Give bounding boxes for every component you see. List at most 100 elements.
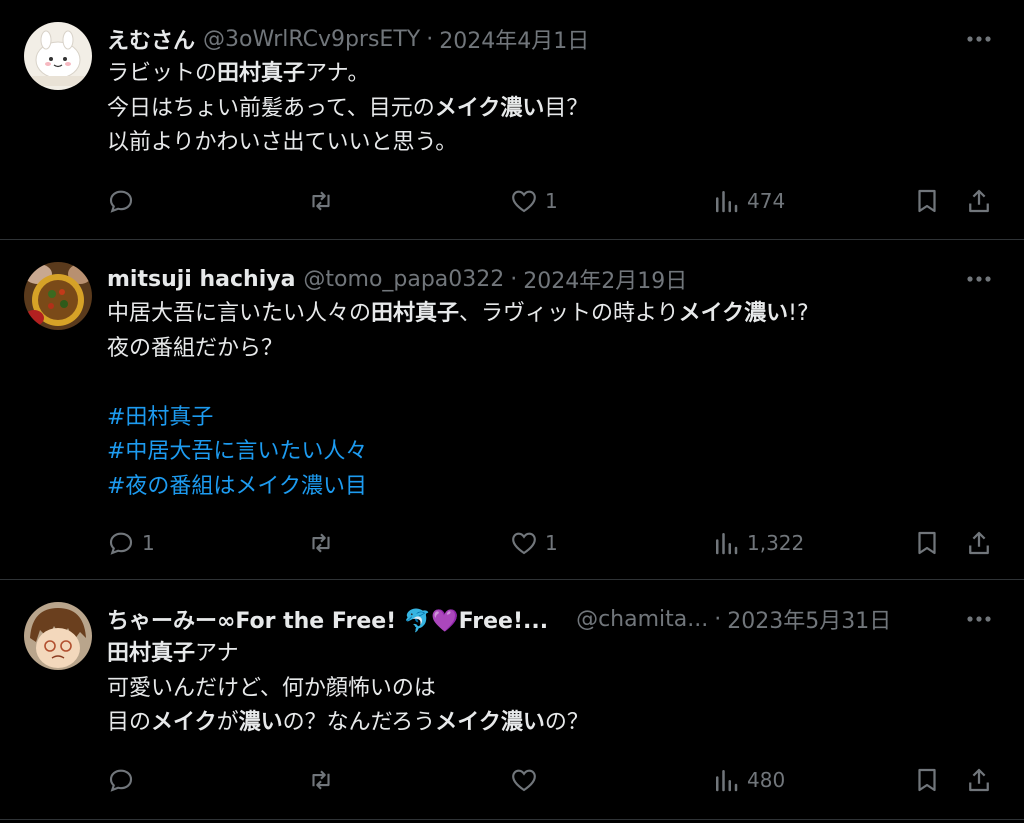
user-handle[interactable]: @3oWrlRCv9prsETY: [203, 27, 420, 52]
tweet-date[interactable]: 2023年5月31日: [727, 603, 891, 635]
retweet-icon: [312, 533, 330, 553]
text-segment: ラビットの: [107, 61, 218, 86]
bookmark-button[interactable]: [912, 183, 942, 219]
tweet-date[interactable]: 2024年2月19日: [523, 263, 687, 295]
tweet[interactable]: mitsuji hachiya @tomo_papa0322 · 2024年2月…: [0, 240, 1024, 580]
tweet-feed: えむさん @3oWrlRCv9prsETY · 2024年4月1日 ラビットの田…: [0, 0, 1024, 823]
views-button[interactable]: 1,322: [711, 525, 804, 561]
separator-dot: ·: [510, 266, 518, 292]
retweet-icon: [312, 770, 330, 790]
text-segment: 中居大吾に言いたい人々の: [107, 301, 372, 326]
tweet-text: 田村真子アナ 可愛いんだけど、何か顔怖いのは 目のメイクが濃いの？なんだろうメイ…: [107, 637, 994, 741]
bold-text: 田村真子: [107, 641, 196, 666]
share-button[interactable]: [964, 525, 994, 561]
text-line: ラビットの田村真子アナ。: [107, 57, 994, 92]
analytics-icon: [716, 533, 738, 555]
avatar-image: [24, 602, 92, 670]
text-segment: アナ。: [305, 61, 370, 86]
reply-icon: [109, 769, 133, 792]
more-icon: [967, 616, 991, 622]
display-name[interactable]: mitsuji hachiya: [107, 267, 295, 292]
views-button[interactable]: 474: [711, 183, 785, 219]
bookmark-icon: [918, 768, 936, 792]
text-segment: 目の: [107, 710, 152, 735]
share-button[interactable]: [964, 183, 994, 219]
retweet-button[interactable]: [306, 762, 342, 798]
bold-text: 田村真子: [371, 301, 460, 326]
tweet-date[interactable]: 2024年4月1日: [439, 23, 589, 55]
retweet-icon: [312, 191, 330, 211]
tweet-header: ちゃーみー∞For the Free! 🐬💜Free!... @chamita.…: [107, 602, 984, 636]
tweet-text: ラビットの田村真子アナ。 今日はちょい前髪あって、目元のメイク濃い目？ 以前より…: [107, 57, 994, 161]
text-segment: 以前よりかわいさ出ていいと思う。: [107, 130, 458, 155]
bookmark-icon: [918, 531, 936, 555]
avatar-image: [24, 262, 92, 330]
separator-dot: ·: [426, 26, 434, 52]
text-line: 可愛いんだけど、何か顔怖いのは: [107, 672, 994, 707]
avatar[interactable]: [24, 22, 92, 90]
hashtag-link[interactable]: #中居大吾に言いたい人々: [107, 435, 994, 470]
hashtag-link[interactable]: #田村真子: [107, 401, 994, 436]
like-button[interactable]: 1: [509, 525, 558, 561]
reply-icon: [109, 532, 133, 555]
like-button[interactable]: 1: [509, 183, 558, 219]
like-count: 1: [545, 531, 558, 555]
more-options-button[interactable]: [964, 604, 994, 634]
bold-text: メイク濃い: [435, 710, 545, 735]
text-segment: 可愛いんだけど、何か顔怖いのは: [107, 675, 436, 701]
like-button[interactable]: [509, 762, 545, 798]
text-segment: アナ: [195, 641, 239, 666]
text-line: 今日はちょい前髪あって、目元のメイク濃い目？: [107, 92, 994, 127]
views-count: 480: [747, 768, 786, 792]
retweet-button[interactable]: [306, 525, 342, 561]
user-handle[interactable]: @tomo_papa0322: [303, 267, 504, 292]
bookmark-icon: [918, 189, 936, 213]
text-segment: 目？: [544, 95, 589, 121]
share-button[interactable]: [964, 762, 994, 798]
retweet-button[interactable]: [306, 183, 342, 219]
avatar[interactable]: [24, 262, 92, 330]
text-line: 以前よりかわいさ出ていいと思う。: [107, 126, 994, 161]
avatar-image: [24, 22, 92, 90]
avatar[interactable]: [24, 602, 92, 670]
action-bar: 1 1 1,322: [0, 525, 1024, 561]
tweet[interactable]: ちゃーみー∞For the Free! 🐬💜Free!... @chamita.…: [0, 580, 1024, 820]
heart-icon: [512, 190, 536, 213]
more-options-button[interactable]: [964, 24, 994, 54]
text-segment: が: [216, 710, 239, 735]
more-options-button[interactable]: [964, 264, 994, 294]
bold-text: 濃い: [238, 710, 283, 735]
text-line: 目のメイクが濃いの？なんだろうメイク濃いの？: [107, 706, 994, 741]
analytics-icon: [716, 191, 738, 213]
display-name[interactable]: えむさん: [107, 23, 195, 55]
text-line: 夜の番組だから？: [107, 332, 994, 367]
reply-icon: [109, 190, 133, 213]
reply-button[interactable]: [106, 183, 142, 219]
user-handle[interactable]: @chamita...: [576, 607, 708, 632]
analytics-icon: [716, 770, 738, 792]
hashtag-link[interactable]: #夜の番組はメイク濃い目: [107, 470, 994, 505]
share-icon: [969, 768, 989, 792]
text-segment: 夜の番組だから？: [107, 335, 284, 361]
share-icon: [969, 189, 989, 213]
text-segment: の？なんだろう: [282, 710, 436, 735]
more-icon: [967, 36, 991, 42]
action-bar: 1 474: [0, 183, 1024, 219]
reply-button[interactable]: 1: [106, 525, 155, 561]
bold-text: メイク: [151, 710, 217, 735]
text-segment: の？: [544, 710, 589, 735]
views-button[interactable]: 480: [711, 762, 785, 798]
views-count: 1,322: [747, 531, 805, 555]
reply-button[interactable]: [106, 762, 142, 798]
text-segment: 今日はちょい前髪あって、目元の: [107, 95, 435, 121]
bookmark-button[interactable]: [912, 762, 942, 798]
display-name[interactable]: ちゃーみー∞For the Free! 🐬💜Free!...: [107, 603, 548, 635]
share-icon: [969, 531, 989, 555]
heart-icon: [512, 532, 536, 555]
reply-count: 1: [142, 531, 155, 555]
bookmark-button[interactable]: [912, 525, 942, 561]
text-segment: !?: [788, 301, 809, 326]
tweet[interactable]: えむさん @3oWrlRCv9prsETY · 2024年4月1日 ラビットの田…: [0, 0, 1024, 240]
bold-text: 田村真子: [217, 61, 306, 86]
